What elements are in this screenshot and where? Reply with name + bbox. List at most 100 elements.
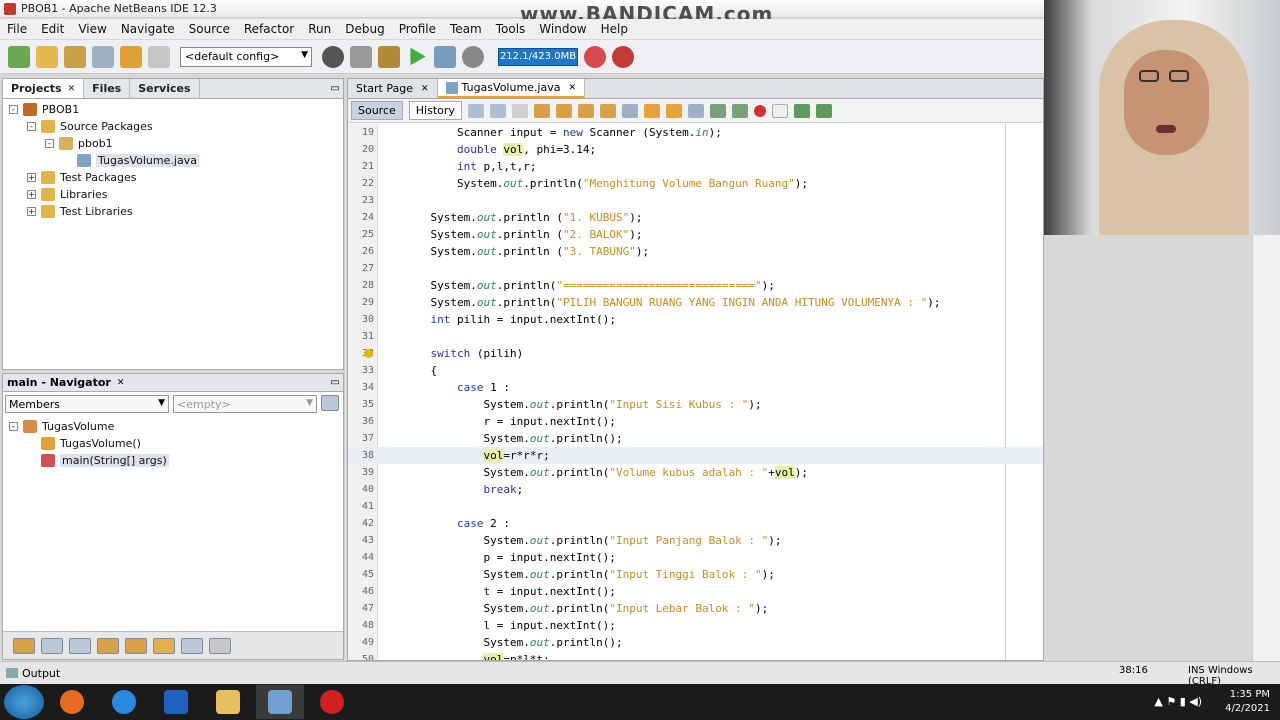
collapse-icon[interactable]: - (45, 139, 54, 148)
code-line[interactable]: 46 t = input.nextInt(); (348, 583, 1043, 600)
members-select[interactable]: Members ▼ (5, 395, 169, 413)
filter-inherited-icon[interactable] (125, 637, 147, 654)
system-tray[interactable]: ▲ ⚑ ▮ ◀) (1154, 695, 1202, 708)
code-line[interactable]: 26 System.out.println ("3. TABUNG"); (348, 243, 1043, 260)
prev-bookmark-icon[interactable] (643, 103, 660, 118)
code-line[interactable]: 36 r = input.nextInt(); (348, 413, 1043, 430)
code-line[interactable]: 42 case 2 : (348, 515, 1043, 532)
tree-node[interactable]: TugasVolume() (3, 435, 343, 452)
forward-icon[interactable] (511, 103, 528, 118)
profile-ide-icon[interactable] (612, 45, 634, 68)
menu-source[interactable]: Source (182, 22, 237, 36)
minimize-icon[interactable]: ▭ (327, 377, 343, 388)
tab-projects[interactable]: Projects ✕ (3, 79, 85, 98)
source-tab-button[interactable]: Source (351, 101, 403, 120)
code-line[interactable]: 19 Scanner input = new Scanner (System.i… (348, 124, 1043, 141)
find-icon[interactable] (533, 103, 550, 118)
code-line[interactable]: 27 (348, 260, 1043, 277)
filter-static-icon[interactable] (69, 637, 91, 654)
filter-nonpublic-icon[interactable] (97, 637, 119, 654)
expand-icon[interactable]: + (27, 207, 36, 216)
close-icon[interactable]: ✕ (68, 84, 76, 94)
collapse-icon[interactable]: - (9, 422, 18, 431)
back-icon[interactable] (489, 103, 506, 118)
scope-select[interactable]: <empty> ▼ (173, 395, 317, 413)
gc-icon[interactable] (584, 45, 606, 68)
code-line[interactable]: 20 double vol, phi=3.14; (348, 141, 1043, 158)
stop-macro-icon[interactable] (771, 103, 788, 118)
debug-icon[interactable] (434, 45, 456, 68)
find-previous-icon[interactable] (555, 103, 572, 118)
new-file-icon[interactable] (8, 45, 30, 68)
find-selection-icon[interactable] (599, 103, 616, 118)
code-line[interactable]: 25 System.out.println ("2. BALOK"); (348, 226, 1043, 243)
menu-run[interactable]: Run (301, 22, 338, 36)
netbeans-button[interactable] (256, 685, 304, 719)
tab-services[interactable]: Services (130, 79, 200, 98)
collapse-icon[interactable]: - (9, 105, 18, 114)
close-icon[interactable]: ✕ (568, 83, 576, 93)
redo-icon[interactable] (148, 45, 170, 68)
memory-indicator[interactable]: 212.1/423.0MB (498, 47, 578, 66)
tree-node[interactable]: - pbob1 (3, 135, 343, 152)
comment-icon[interactable] (793, 103, 810, 118)
firefox-button[interactable] (48, 685, 96, 719)
code-line[interactable]: 48 l = input.nextInt(); (348, 617, 1043, 634)
history-tab-button[interactable]: History (408, 101, 462, 120)
editor-tab-start-page[interactable]: Start Page ✕ (348, 79, 438, 98)
tree-node[interactable]: TugasVolume.java (3, 152, 343, 169)
code-line[interactable]: 33 { (348, 362, 1043, 379)
code-line[interactable]: 28 System.out.println("=================… (348, 277, 1043, 294)
code-line[interactable]: 44 p = input.nextInt(); (348, 549, 1043, 566)
menu-window[interactable]: Window (532, 22, 593, 36)
code-line[interactable]: 50 vol=p*l*t; (348, 651, 1043, 660)
output-tab[interactable]: Output (6, 667, 60, 680)
clock[interactable]: 1:35 PM 4/2/2021 (1225, 688, 1270, 716)
toggle-highlight-icon[interactable] (621, 103, 638, 118)
tab-files[interactable]: Files (84, 79, 131, 98)
tree-node[interactable]: + Libraries (3, 186, 343, 203)
code-line[interactable]: 24 System.out.println ("1. KUBUS"); (348, 209, 1043, 226)
config-select[interactable]: <default config> ▼ (180, 46, 312, 67)
tree-node[interactable]: - TugasVolume (3, 418, 343, 435)
code-line[interactable]: 41 (348, 498, 1043, 515)
menu-help[interactable]: Help (594, 22, 635, 36)
right-scrollbar[interactable] (1252, 235, 1280, 665)
hint-bulb-icon[interactable] (364, 349, 373, 358)
code-line[interactable]: 23 (348, 192, 1043, 209)
tree-node[interactable]: + Test Packages (3, 169, 343, 186)
code-line[interactable]: 35 System.out.println("Input Sisi Kubus … (348, 396, 1043, 413)
code-area[interactable]: 19 Scanner input = new Scanner (System.i… (348, 124, 1043, 660)
sort-alpha-icon[interactable] (209, 637, 231, 654)
last-edit-icon[interactable] (467, 103, 484, 118)
code-line[interactable]: 34 case 1 : (348, 379, 1043, 396)
find-next-icon[interactable] (577, 103, 594, 118)
code-line[interactable]: 29 System.out.println("PILIH BANGUN RUAN… (348, 294, 1043, 311)
filter-fields-icon[interactable] (41, 637, 63, 654)
code-line[interactable]: 47 System.out.println("Input Lebar Balok… (348, 600, 1043, 617)
open-project-icon[interactable] (64, 45, 86, 68)
expand-icon[interactable]: + (27, 173, 36, 182)
clean-build-icon[interactable] (378, 45, 400, 68)
close-icon[interactable]: ✕ (117, 378, 125, 388)
new-project-icon[interactable] (36, 45, 58, 68)
sort-icon[interactable] (153, 637, 175, 654)
tree-node[interactable]: - Source Packages (3, 118, 343, 135)
shift-left-icon[interactable] (709, 103, 726, 118)
globe-icon[interactable] (322, 45, 344, 68)
expand-icon[interactable]: + (27, 190, 36, 199)
tree-node[interactable]: main(String[] args) (3, 452, 343, 469)
toggle-bookmark-icon[interactable] (687, 103, 704, 118)
sort-name-icon[interactable] (181, 637, 203, 654)
undo-icon[interactable] (120, 45, 142, 68)
tree-node[interactable]: - PBOB1 (3, 101, 343, 118)
shift-right-icon[interactable] (731, 103, 748, 118)
code-line[interactable]: 22 System.out.println("Menghitung Volume… (348, 175, 1043, 192)
code-line[interactable]: 38 vol=r*r*r; (348, 447, 1043, 464)
bluetooth-button[interactable] (152, 685, 200, 719)
save-all-icon[interactable] (92, 45, 114, 68)
code-line[interactable]: 45 System.out.println("Input Tinggi Balo… (348, 566, 1043, 583)
code-line[interactable]: 31 (348, 328, 1043, 345)
code-line[interactable]: 49 System.out.println(); (348, 634, 1043, 651)
navigator-options-icon[interactable] (321, 395, 339, 411)
